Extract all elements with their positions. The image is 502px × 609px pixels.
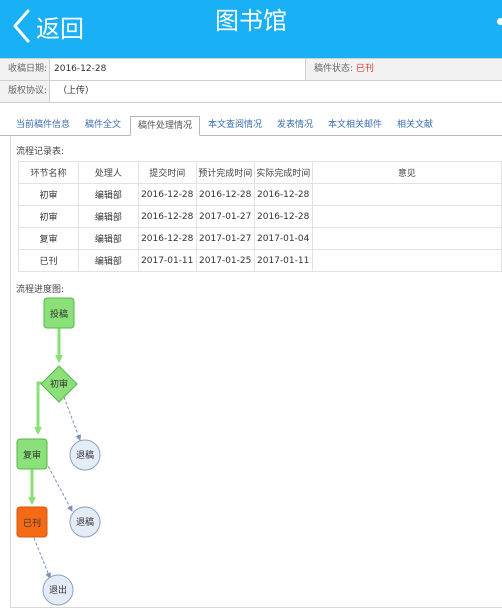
cell-expected: 2016-12-28	[195, 183, 255, 206]
column-header: 提交时间	[137, 161, 197, 184]
table-row: 初审 编辑部 2016-12-28 2016-12-28 2016-12-28	[18, 183, 502, 206]
table-row: 复审 编辑部 2016-12-28 2017-01-27 2017-01-04	[18, 227, 502, 250]
table-row: 已刊 编辑部 2017-01-11 2017-01-25 2017-01-11	[18, 249, 502, 272]
top-bar: 返回 图书馆	[0, 0, 502, 58]
tab-bar: 当前稿件信息 稿件全文 稿件处理情况 本文查阅情况 发表情况 本文相关邮件 相关…	[0, 112, 502, 136]
column-header: 实际完成时间	[253, 161, 313, 184]
column-header: 环节名称	[18, 161, 79, 184]
cell-opinion	[311, 227, 502, 250]
cell-opinion	[311, 205, 502, 228]
cell-expected: 2017-01-25	[195, 249, 255, 272]
agreement-label: 版权协议:	[0, 81, 50, 102]
info-row-date: 收稿日期: 2016-12-28 稿件状态: 已刊	[0, 58, 502, 80]
table-row: 初审 编辑部 2016-12-28 2017-01-27 2016-12-28	[18, 205, 502, 228]
agreement-upload-link[interactable]: （上传）	[50, 81, 502, 102]
cell-opinion	[311, 183, 502, 206]
tab-fulltext[interactable]: 稿件全文	[78, 116, 128, 136]
tab-current-info[interactable]: 当前稿件信息	[10, 116, 76, 136]
cell-submit: 2016-12-28	[137, 205, 197, 228]
cell-handler: 编辑部	[77, 183, 139, 206]
cell-expected: 2017-01-27	[195, 205, 255, 228]
cell-step: 初审	[18, 183, 79, 206]
cell-actual: 2016-12-28	[253, 205, 313, 228]
status-label: 稿件状态:	[314, 64, 354, 74]
table-header-row: 环节名称 处理人 提交时间 预计完成时间 实际完成时间 意见	[18, 161, 502, 184]
flow-record-label: 流程记录表:	[16, 147, 65, 157]
tab-related-literature[interactable]: 相关文献	[390, 116, 440, 136]
status-value: 已刊	[355, 64, 374, 74]
status-cell: 稿件状态: 已刊	[306, 59, 502, 80]
tab-processing[interactable]: 稿件处理情况	[130, 116, 200, 136]
cell-handler: 编辑部	[77, 249, 139, 272]
date-value: 2016-12-28	[50, 59, 306, 80]
cell-actual: 2016-12-28	[253, 183, 313, 206]
column-header: 处理人	[77, 161, 139, 184]
cell-expected: 2017-01-27	[195, 227, 255, 250]
cell-opinion	[311, 249, 502, 272]
flow-chart-label: 流程进度图:	[16, 285, 65, 295]
tab-reading[interactable]: 本文查阅情况	[202, 116, 268, 136]
cell-submit: 2017-01-11	[137, 249, 197, 272]
cell-handler: 编辑部	[77, 227, 139, 250]
date-label: 收稿日期:	[0, 59, 50, 80]
info-row-agreement: 版权协议: （上传）	[0, 80, 502, 103]
page-title: 图书馆	[215, 7, 287, 35]
column-header: 意见	[311, 161, 502, 184]
processing-panel: 流程记录表: 环节名称 处理人 提交时间 预计完成时间 实际完成时间 意见 初审…	[10, 136, 502, 608]
cell-step: 已刊	[18, 249, 79, 272]
cell-submit: 2016-12-28	[137, 183, 197, 206]
cell-actual: 2017-01-04	[253, 227, 313, 250]
cell-handler: 编辑部	[77, 205, 139, 228]
tab-related-mail[interactable]: 本文相关邮件	[322, 116, 388, 136]
more-dot-icon[interactable]	[497, 18, 502, 25]
column-header: 预计完成时间	[195, 161, 255, 184]
cell-submit: 2016-12-28	[137, 227, 197, 250]
flow-record-table: 环节名称 处理人 提交时间 预计完成时间 实际完成时间 意见 初审 编辑部 20…	[18, 161, 502, 272]
tab-publication[interactable]: 发表情况	[270, 116, 320, 136]
cell-actual: 2017-01-11	[253, 249, 313, 272]
cell-step: 初审	[18, 205, 79, 228]
cell-step: 复审	[18, 227, 79, 250]
